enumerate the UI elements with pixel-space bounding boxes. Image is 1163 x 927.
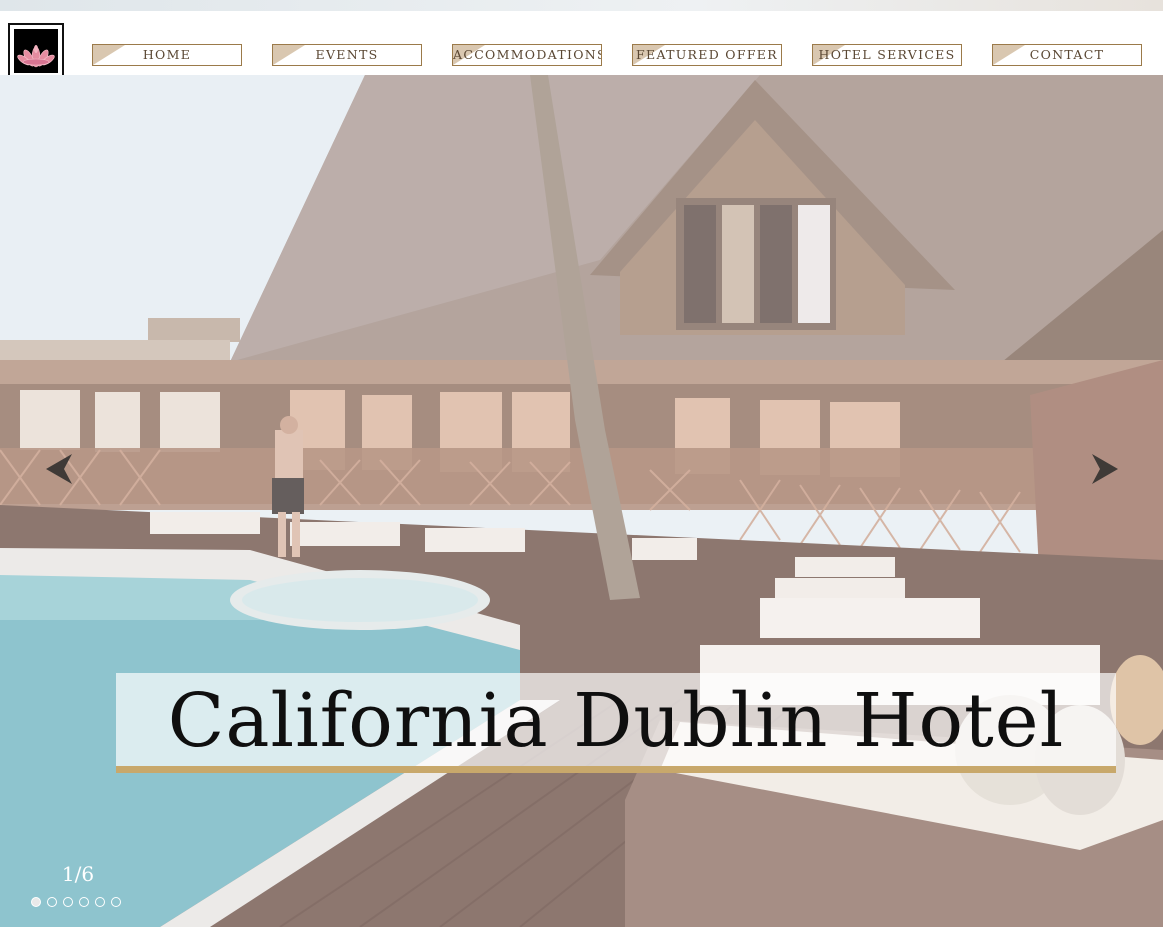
slide-dot-2[interactable] [47, 897, 57, 907]
slide-dot-3[interactable] [63, 897, 73, 907]
slide-caption: California Dublin Hotel [167, 678, 1065, 764]
nav-hotel-services-label: HOTEL SERVICES [818, 47, 956, 62]
lotus-flower-icon [14, 29, 58, 73]
slide-caption-box: California Dublin Hotel [116, 673, 1116, 773]
nav-home[interactable]: HOME [92, 44, 242, 66]
nav-contact[interactable]: CONTACT [992, 44, 1142, 66]
hero-slideshow: California Dublin Hotel [0, 75, 1163, 927]
slide-counter: 1/6 [61, 862, 95, 886]
chevron-left-icon[interactable] [44, 452, 74, 490]
slide-dot-6[interactable] [111, 897, 121, 907]
nav-events[interactable]: EVENTS [272, 44, 422, 66]
nav-featured-offer[interactable]: FEATURED OFFER [632, 44, 782, 66]
nav-featured-offer-label: FEATURED OFFER [636, 47, 778, 62]
nav-home-label: HOME [142, 47, 192, 62]
nav-hotel-services[interactable]: HOTEL SERVICES [812, 44, 962, 66]
nav-accommodations-label: ACCOMMODATIONS [453, 47, 602, 62]
slide-dot-5[interactable] [95, 897, 105, 907]
nav-accommodations[interactable]: ACCOMMODATIONS [452, 44, 602, 66]
chevron-right-icon[interactable] [1090, 452, 1120, 490]
hero-image [0, 75, 1163, 927]
nav-contact-label: CONTACT [1029, 47, 1105, 62]
slide-dot-4[interactable] [79, 897, 89, 907]
slide-dot-1[interactable] [31, 897, 41, 907]
logo[interactable] [8, 23, 64, 79]
top-strip [0, 0, 1163, 11]
nav-events-label: EVENTS [315, 47, 379, 62]
top-navigation-bar: HOME EVENTS ACCOMMODATIONS FEATURED OFFE… [0, 11, 1163, 79]
